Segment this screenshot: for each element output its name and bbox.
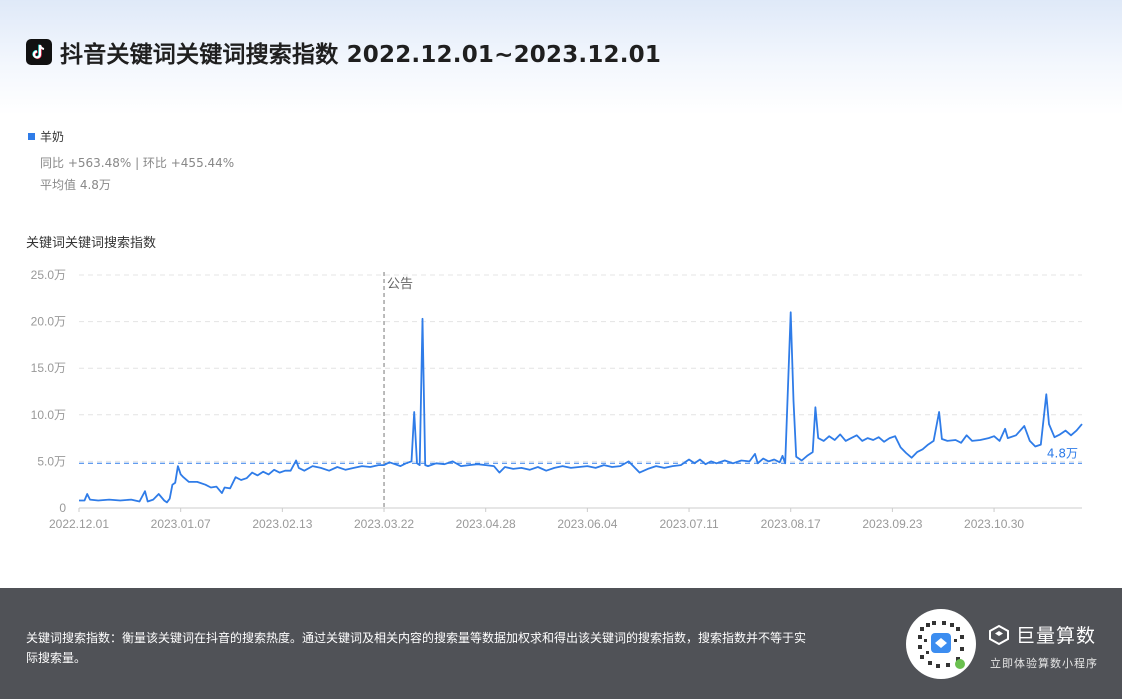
y-tick-label: 20.0万 [31,315,66,329]
x-tick-label: 2023.10.30 [964,517,1024,531]
x-tick-label: 2023.03.22 [354,517,414,531]
brand-row: 巨量算数 [988,621,1096,648]
y-tick-label: 15.0万 [31,361,66,375]
legend-item[interactable]: 羊奶 [28,128,64,145]
series-line [79,311,1083,504]
x-tick-label: 2023.09.23 [862,517,922,531]
footer: 关键词搜索指数：衡量该关键词在抖音的搜索热度。通过关键词及相关内容的搜索量等数据… [0,588,1122,699]
yoy-mom-stat: 同比 +563.48% | 环比 +455.44% [40,156,235,170]
legend-label: 羊奶 [40,130,65,144]
page-title: 抖音关键词关键词搜索指数 2022.12.01~2023.12.01 [60,42,662,68]
header-banner: 抖音关键词关键词搜索指数 2022.12.01~2023.12.01 [0,0,1122,115]
brand-name: 巨量算数 [1016,625,1097,647]
average-label: 4.8万 [1047,446,1078,460]
line-chart[interactable]: 0 5.0万 10.0万 15.0万 20.0万 25.0万 2022.12.01 2023.… [0,250,1122,550]
y-tick-label: 25.0万 [31,268,66,282]
chart-title: 关键词关键词搜索指数 [26,236,157,251]
y-tick-label: 10.0万 [31,408,66,422]
qr-code-icon[interactable] [906,609,976,679]
brand-logo-icon [989,624,1009,645]
y-tick-label: 0 [59,501,66,515]
x-tick-label: 2023.02.13 [252,517,312,531]
annotation-label: 公告 [387,277,413,292]
legend-swatch [28,133,35,140]
x-tick-label: 2023.06.04 [557,517,617,531]
x-tick-label: 2023.01.07 [151,517,211,531]
title-row: 抖音关键词关键词搜索指数 2022.12.01~2023.12.01 [26,35,661,69]
brand-subtitle[interactable]: 立即体验算数小程序 [990,655,1098,671]
douyin-logo-icon [26,39,52,65]
x-tick-label: 2022.12.01 [49,517,109,531]
x-tick-label: 2023.04.28 [456,517,516,531]
average-stat: 平均值 4.8万 [40,178,111,192]
y-tick-label: 5.0万 [37,454,66,468]
x-tick-label: 2023.07.11 [659,517,718,531]
x-tick-label: 2023.08.17 [761,517,821,531]
footer-description: 关键词搜索指数：衡量该关键词在抖音的搜索热度。通过关键词及相关内容的搜索量等数据… [26,631,807,665]
